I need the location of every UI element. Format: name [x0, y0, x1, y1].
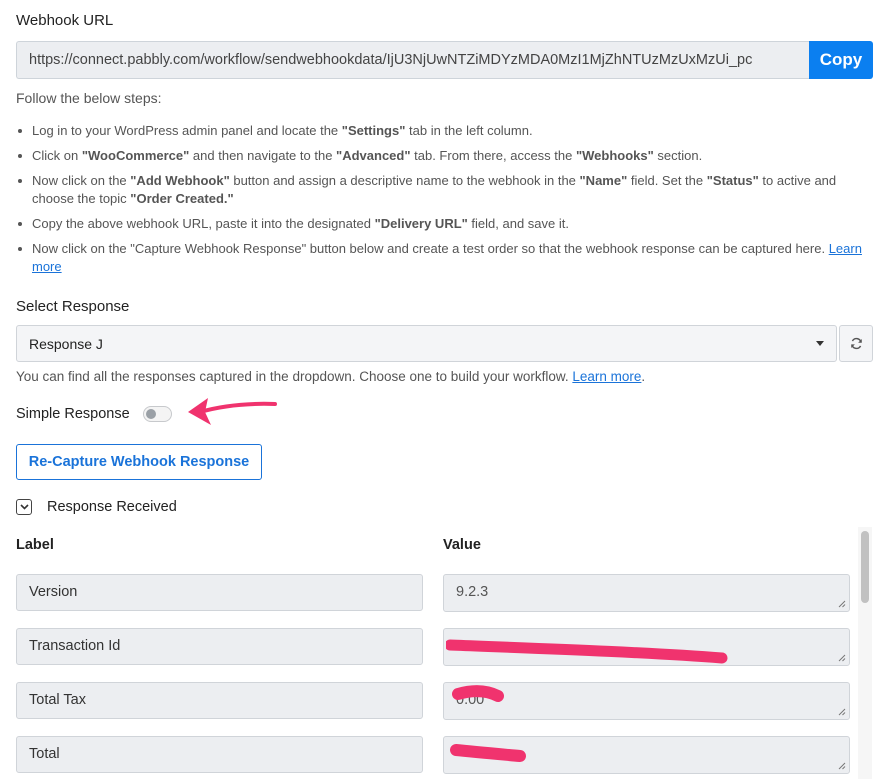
step-text: button and assign a descriptive name to … — [229, 173, 580, 188]
recapture-webhook-button[interactable]: Re-Capture Webhook Response — [16, 444, 262, 480]
step-bold: "Delivery URL" — [374, 216, 468, 231]
annotation-arrow-icon — [188, 398, 277, 425]
step-text: Now click on the — [32, 173, 131, 188]
field-label-total: Total — [16, 736, 423, 773]
step-text: tab in the left column. — [405, 123, 533, 138]
bullet-icon — [18, 129, 22, 133]
step-bold: "Webhooks" — [575, 148, 654, 163]
collapse-toggle[interactable] — [16, 499, 32, 515]
step-bold: "Order Created." — [130, 191, 234, 206]
step-text: Copy the above webhook URL, paste it int… — [32, 216, 375, 231]
label-column-header: Label — [16, 537, 54, 553]
toggle-knob — [145, 409, 156, 419]
webhook-url-row: https://connect.pabbly.com/workflow/send… — [16, 41, 873, 79]
step-item: Log in to your WordPress admin panel and… — [16, 122, 876, 140]
select-response-hint: You can find all the responses captured … — [16, 369, 645, 384]
step-text: section. — [653, 148, 703, 163]
step-text: field, and save it. — [467, 216, 569, 231]
simple-response-row: Simple Response — [16, 406, 172, 422]
response-select-value: Response J — [29, 335, 103, 352]
hint-learn-more-link[interactable]: Learn more — [572, 369, 641, 384]
step-text: Click on — [32, 148, 82, 163]
field-value-version[interactable]: 9.2.3 — [443, 574, 850, 612]
step-bold: "Status" — [706, 173, 759, 188]
resize-grip-icon[interactable] — [838, 762, 846, 770]
field-label-total-tax: Total Tax — [16, 682, 423, 719]
hint-end: . — [641, 369, 646, 384]
scrollbar[interactable] — [858, 527, 872, 779]
step-bold: "WooCommerce" — [81, 148, 190, 163]
resize-grip-icon[interactable] — [838, 708, 846, 716]
response-received-label: Response Received — [47, 499, 177, 515]
bullet-icon — [18, 154, 22, 158]
select-response-label: Select Response — [16, 298, 130, 315]
scrollbar-thumb[interactable] — [861, 531, 869, 603]
response-select[interactable]: Response J — [16, 325, 837, 362]
caret-down-icon — [816, 341, 824, 346]
steps-list: Log in to your WordPress admin panel and… — [16, 122, 876, 283]
step-item: Copy the above webhook URL, paste it int… — [16, 215, 876, 233]
webhook-url-input[interactable]: https://connect.pabbly.com/workflow/send… — [16, 41, 809, 79]
bullet-icon — [18, 179, 22, 183]
step-bold: "Add Webhook" — [130, 173, 230, 188]
step-text: field. Set the — [627, 173, 707, 188]
step-text: tab. From there, access the — [410, 148, 576, 163]
redaction-mark — [450, 744, 526, 762]
hint-text: You can find all the responses captured … — [16, 369, 573, 384]
field-value-text: 9.2.3 — [456, 584, 489, 600]
response-received-header[interactable]: Response Received — [16, 499, 177, 515]
bullet-icon — [18, 247, 22, 251]
redaction-mark — [452, 685, 504, 702]
refresh-icon — [850, 337, 862, 350]
bullet-icon — [18, 222, 22, 226]
simple-response-toggle[interactable] — [142, 406, 172, 422]
step-text: and then navigate to the — [189, 148, 337, 163]
resize-grip-icon[interactable] — [838, 600, 846, 608]
step-bold: "Advanced" — [336, 148, 411, 163]
copy-button[interactable]: Copy — [809, 41, 873, 79]
steps-title: Follow the below steps: — [16, 90, 162, 106]
step-text: Log in to your WordPress admin panel and… — [32, 123, 342, 138]
value-column-header: Value — [443, 537, 481, 553]
step-item: Click on "WooCommerce" and then navigate… — [16, 147, 876, 165]
simple-response-label: Simple Response — [16, 406, 130, 422]
step-bold: "Settings" — [341, 123, 406, 138]
step-text: Now click on the "Capture Webhook Respon… — [32, 241, 829, 256]
step-item: Now click on the "Capture Webhook Respon… — [16, 240, 876, 276]
refresh-button[interactable] — [839, 325, 873, 362]
chevron-down-icon — [19, 504, 29, 510]
resize-grip-icon[interactable] — [838, 654, 846, 662]
redaction-mark — [446, 639, 728, 664]
step-item: Now click on the "Add Webhook" button an… — [16, 172, 876, 208]
field-label-version: Version — [16, 574, 423, 611]
select-response-row: Response J — [16, 325, 873, 362]
field-label-transaction-id: Transaction Id — [16, 628, 423, 665]
step-bold: "Name" — [579, 173, 628, 188]
webhook-url-label: Webhook URL — [16, 12, 114, 29]
